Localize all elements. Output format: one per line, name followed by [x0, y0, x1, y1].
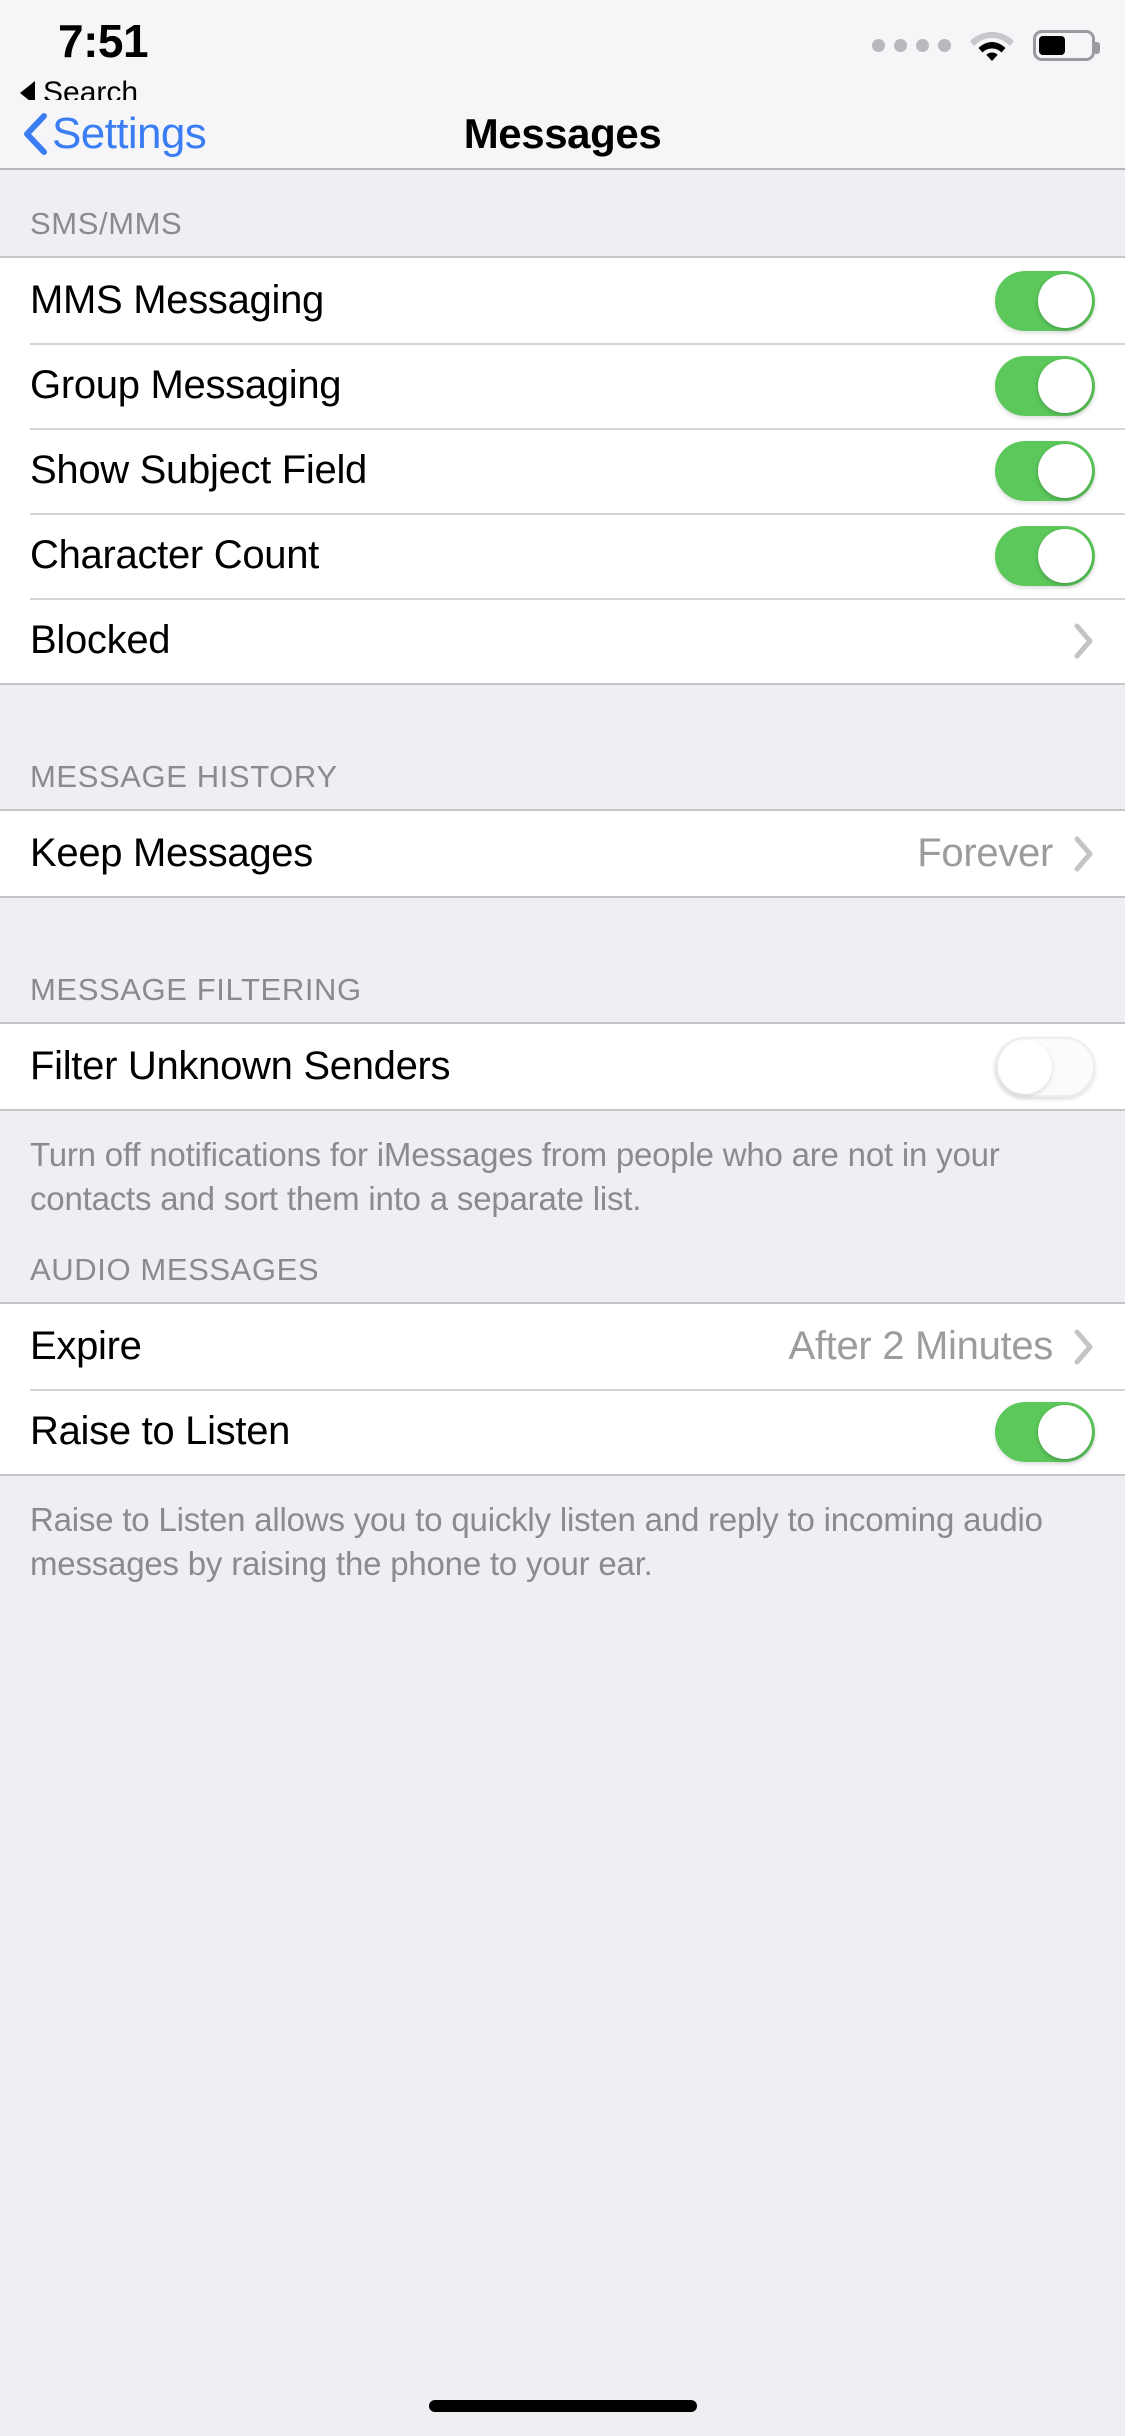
row-value-keep-messages: Forever	[917, 831, 1053, 876]
row-filter-unknown-senders[interactable]: Filter Unknown Senders	[0, 1024, 1125, 1109]
section-spacer	[0, 898, 1125, 978]
row-mms-messaging[interactable]: MMS Messaging	[0, 258, 1125, 343]
toggle-show-subject-field[interactable]	[995, 441, 1095, 501]
section-spacer	[0, 685, 1125, 765]
home-indicator[interactable]	[429, 2400, 697, 2412]
row-label: Filter Unknown Senders	[30, 1044, 995, 1089]
row-label: Show Subject Field	[30, 448, 995, 493]
group-message-history: Keep Messages Forever	[0, 809, 1125, 898]
section-header-message-history: MESSAGE HISTORY	[0, 765, 1125, 809]
status-bar: 7:51 Search	[0, 0, 1125, 100]
group-message-filtering: Filter Unknown Senders	[0, 1022, 1125, 1111]
row-label: Expire	[30, 1324, 788, 1369]
row-raise-to-listen[interactable]: Raise to Listen	[0, 1389, 1125, 1474]
toggle-filter-unknown-senders[interactable]	[995, 1037, 1095, 1097]
row-character-count[interactable]: Character Count	[0, 513, 1125, 598]
battery-icon	[1033, 30, 1095, 61]
chevron-right-icon	[1073, 622, 1095, 660]
toggle-character-count[interactable]	[995, 526, 1095, 586]
row-group-messaging[interactable]: Group Messaging	[0, 343, 1125, 428]
group-smsmms: MMS Messaging Group Messaging Show Subje…	[0, 256, 1125, 685]
navigation-bar: Settings Messages	[0, 100, 1125, 170]
row-keep-messages[interactable]: Keep Messages Forever	[0, 811, 1125, 896]
toggle-raise-to-listen[interactable]	[995, 1402, 1095, 1462]
row-label: Character Count	[30, 533, 995, 578]
toggle-group-messaging[interactable]	[995, 356, 1095, 416]
footnote-audio-messages: Raise to Listen allows you to quickly li…	[0, 1476, 1125, 1595]
footnote-message-filtering: Turn off notifications for iMessages fro…	[0, 1111, 1125, 1230]
row-show-subject-field[interactable]: Show Subject Field	[0, 428, 1125, 513]
section-header-smsmms: SMS/MMS	[0, 212, 1125, 256]
chevron-right-icon	[1073, 835, 1095, 873]
section-header-message-filtering: MESSAGE FILTERING	[0, 978, 1125, 1022]
iphone-screen: 7:51 Search	[0, 0, 1125, 2436]
status-bar-indicators	[872, 28, 1095, 62]
group-audio-messages: Expire After 2 Minutes Raise to Listen	[0, 1302, 1125, 1476]
row-label: Group Messaging	[30, 363, 995, 408]
row-blocked[interactable]: Blocked	[0, 598, 1125, 683]
section-header-audio-messages: AUDIO MESSAGES	[0, 1258, 1125, 1302]
row-value-expire: After 2 Minutes	[788, 1324, 1053, 1369]
row-label: MMS Messaging	[30, 278, 995, 323]
chevron-right-icon	[1073, 1328, 1095, 1366]
status-bar-clock: 7:51	[58, 14, 148, 68]
row-expire[interactable]: Expire After 2 Minutes	[0, 1304, 1125, 1389]
row-label: Keep Messages	[30, 831, 917, 876]
wifi-icon	[969, 28, 1015, 62]
row-label: Raise to Listen	[30, 1409, 995, 1454]
page-title: Messages	[0, 110, 1125, 158]
cellular-dots-icon	[872, 39, 951, 52]
toggle-mms-messaging[interactable]	[995, 271, 1095, 331]
row-label: Blocked	[30, 618, 1073, 663]
